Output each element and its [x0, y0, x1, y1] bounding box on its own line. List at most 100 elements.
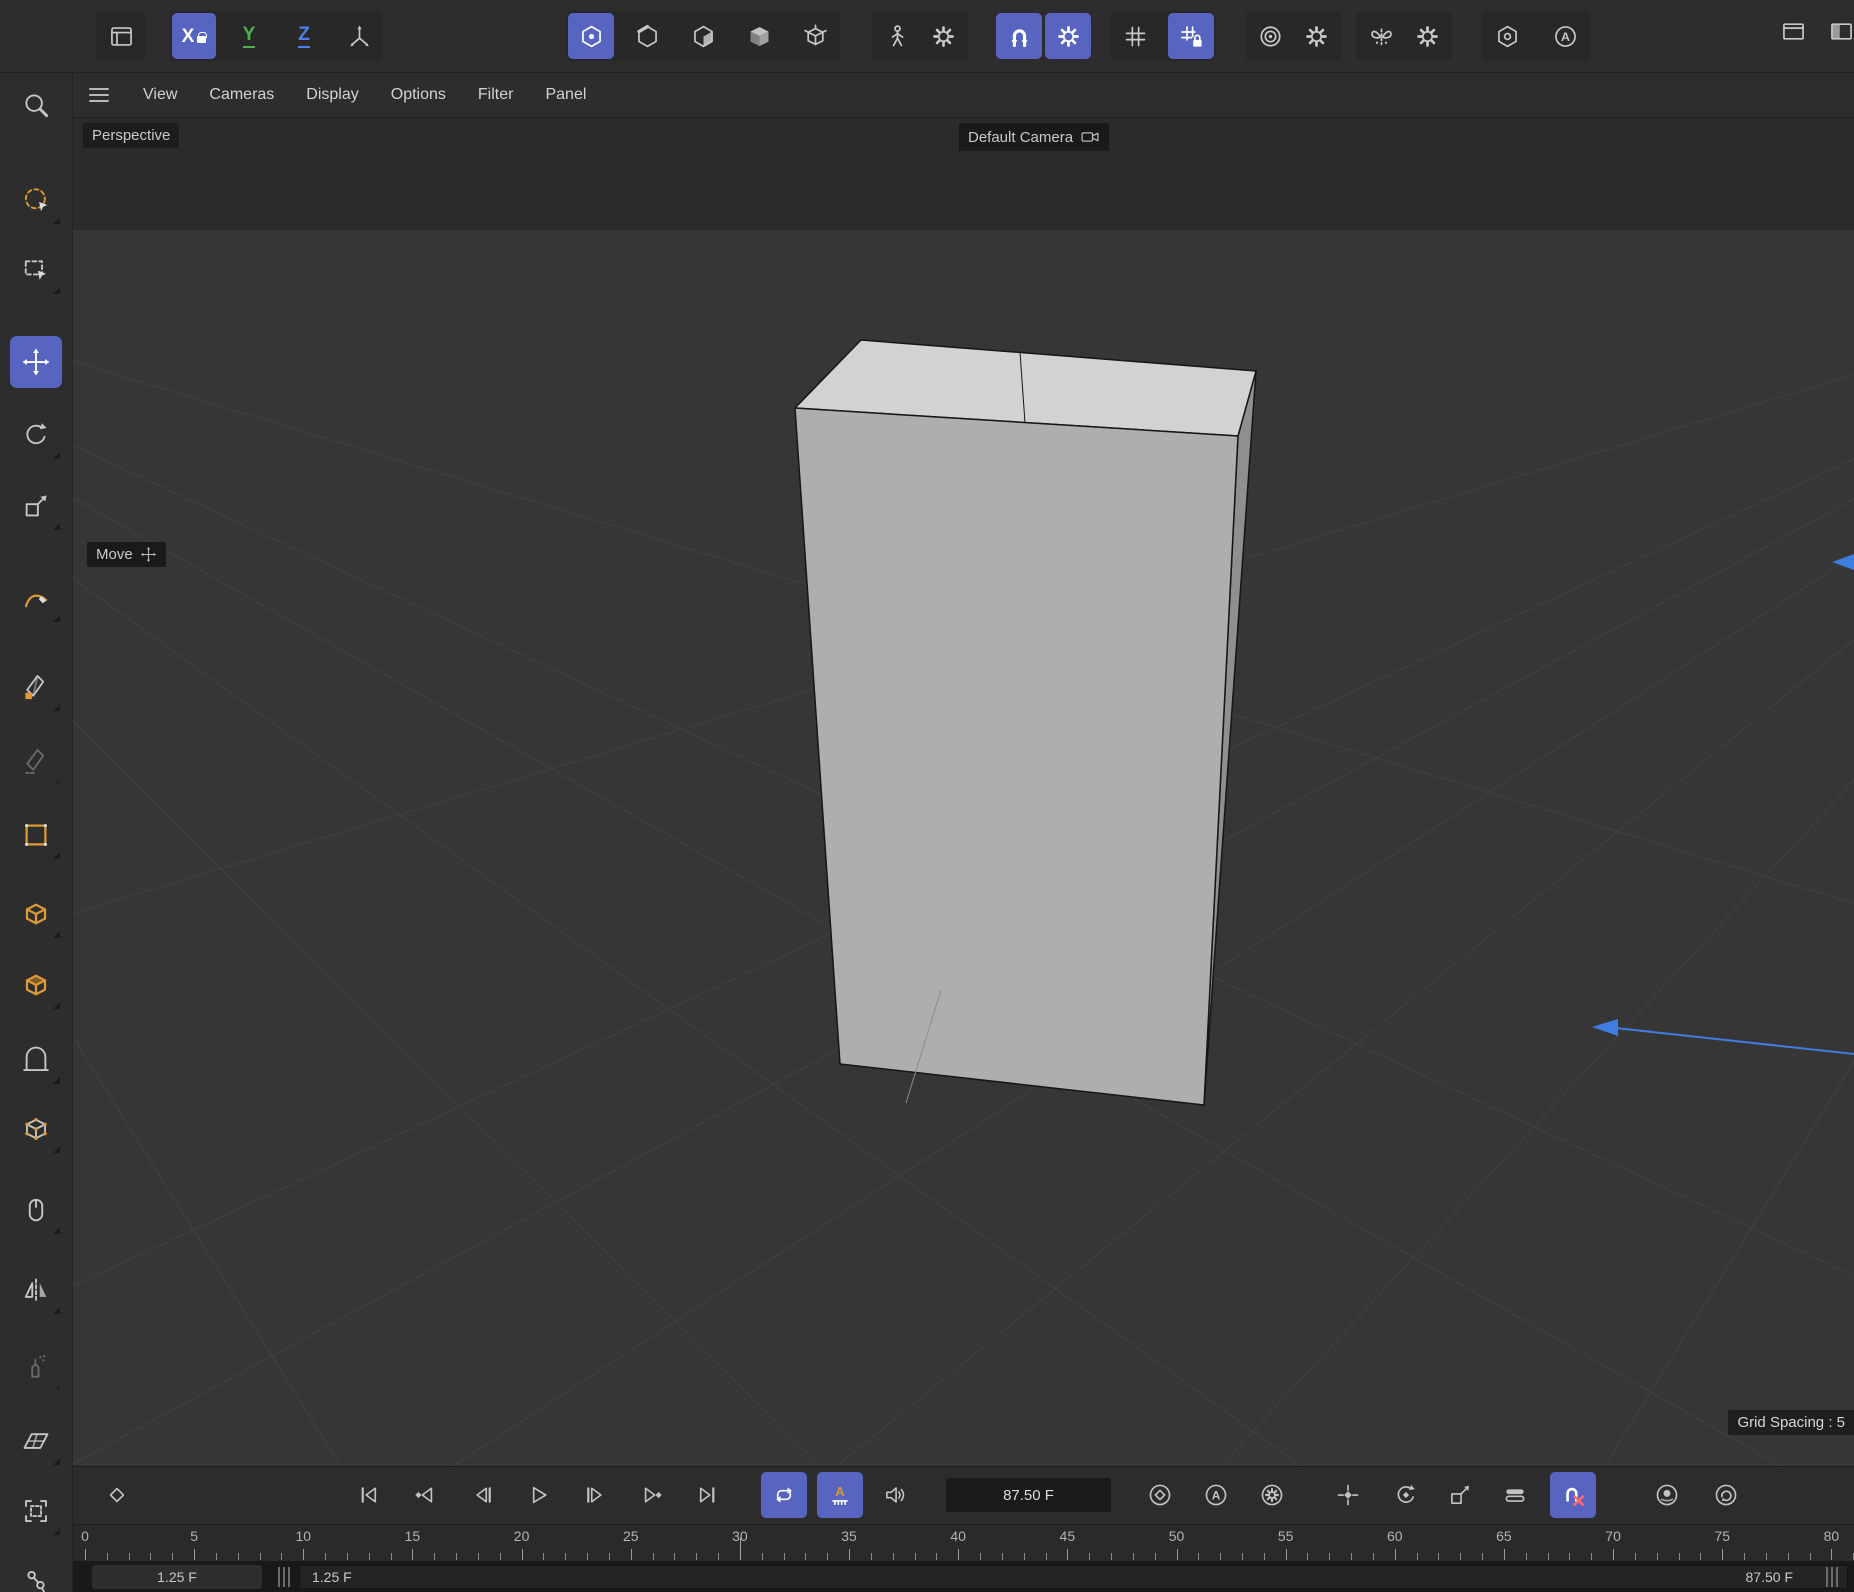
record-keyframe[interactable] — [1137, 1472, 1183, 1518]
pen-tool[interactable] — [10, 661, 62, 713]
ruler-tick — [1046, 1553, 1047, 1560]
model-mode[interactable] — [792, 13, 838, 59]
key-rotation[interactable] — [1383, 1472, 1429, 1518]
window-layout-1[interactable] — [1770, 8, 1816, 54]
menu-view[interactable]: View — [143, 86, 177, 104]
menu-filter[interactable]: Filter — [478, 86, 514, 104]
nav-rotate-view[interactable] — [1703, 1472, 1749, 1518]
symmetry-tool[interactable] — [10, 1264, 62, 1316]
ruler-tick — [194, 1549, 195, 1560]
spline-pen[interactable] — [10, 572, 62, 624]
loop-playback[interactable] — [761, 1472, 807, 1518]
nav-trackball[interactable] — [1644, 1472, 1690, 1518]
key-position[interactable] — [1325, 1472, 1371, 1518]
floor-object[interactable] — [10, 1415, 62, 1467]
move-tool[interactable] — [10, 336, 62, 388]
character-joints[interactable] — [10, 1556, 62, 1592]
isoline-editing[interactable] — [1484, 13, 1530, 59]
go-to-start[interactable] — [346, 1472, 392, 1518]
layout-panel[interactable] — [98, 13, 144, 59]
main-menu-icon[interactable] — [89, 94, 109, 97]
cube-primitive[interactable] — [10, 888, 62, 940]
pen-off-icon — [21, 746, 51, 776]
sound-toggle[interactable] — [872, 1472, 918, 1518]
ruler-tick — [1373, 1553, 1374, 1560]
guide-settings[interactable] — [1293, 13, 1339, 59]
snap-toggle[interactable] — [996, 13, 1042, 59]
quantize-lock[interactable] — [1168, 13, 1214, 59]
viewport-3d[interactable]: Perspective Default Camera Move Grid Spa… — [73, 118, 1854, 1466]
ruler-tick — [1504, 1549, 1505, 1560]
lock-x-axis-label: X — [182, 27, 195, 46]
previous-key[interactable] — [403, 1472, 449, 1518]
ruler-tick — [1526, 1553, 1527, 1560]
coordinate-system[interactable] — [337, 13, 381, 59]
subdivision-surface[interactable] — [10, 1034, 62, 1086]
previous-frame[interactable] — [460, 1472, 506, 1518]
view-label: Perspective — [83, 123, 179, 148]
menu-cameras[interactable]: Cameras — [209, 86, 274, 104]
toolbar-group-panel — [96, 11, 146, 61]
current-frame-field[interactable]: 87.50 F — [946, 1478, 1111, 1512]
frame-ruler[interactable]: 05101520253035404550556065707580 — [73, 1524, 1854, 1561]
ruler-tick — [522, 1549, 523, 1560]
polygon-mode[interactable] — [680, 13, 726, 59]
paint-brush — [10, 1340, 62, 1392]
go-to-end[interactable] — [684, 1472, 730, 1518]
range-grip-left[interactable] — [278, 1567, 291, 1587]
next-key[interactable] — [628, 1472, 674, 1518]
rectangle-spline[interactable] — [10, 809, 62, 861]
points-mode[interactable] — [568, 13, 614, 59]
workplane-mode[interactable] — [874, 13, 920, 59]
ruler-tick — [1700, 1553, 1701, 1560]
auto-switch-mode[interactable]: A — [1542, 13, 1588, 59]
camera-toggle-icon[interactable] — [1080, 127, 1100, 147]
render-region[interactable] — [10, 1485, 62, 1537]
key-parameters[interactable] — [1492, 1472, 1538, 1518]
camera-label-chip[interactable]: Default Camera — [959, 123, 1109, 151]
menu-display[interactable]: Display — [306, 86, 358, 104]
mograph-tool[interactable] — [10, 1184, 62, 1236]
loop-icon — [771, 1482, 797, 1508]
lock-y-axis[interactable]: Y — [227, 13, 271, 59]
guide-rings[interactable] — [1247, 13, 1293, 59]
symmetry-toggle[interactable] — [1358, 13, 1404, 59]
scale-icon — [21, 491, 51, 521]
window-layout-2[interactable] — [1818, 8, 1854, 54]
quantize-toggle[interactable] — [1112, 13, 1158, 59]
lock-x-axis[interactable]: X — [172, 13, 216, 59]
play-button[interactable] — [515, 1472, 561, 1518]
scale-tool[interactable] — [10, 480, 62, 532]
range-grip-right[interactable] — [1826, 1567, 1839, 1587]
win-icon — [1780, 18, 1807, 45]
menu-panel[interactable]: Panel — [545, 86, 586, 104]
array-object[interactable] — [10, 1103, 62, 1155]
next-frame[interactable] — [572, 1472, 618, 1518]
range-start-field[interactable]: 1.25 F — [92, 1565, 262, 1589]
live-selection[interactable] — [10, 174, 62, 226]
gear-circle-icon — [1259, 1482, 1285, 1508]
rotate-tool[interactable] — [10, 409, 62, 461]
volume-cube[interactable] — [10, 959, 62, 1011]
cube-object[interactable] — [795, 340, 1256, 1105]
frame-prev-icon — [470, 1482, 496, 1508]
keying-settings[interactable] — [1249, 1472, 1295, 1518]
ruler-tick — [1220, 1553, 1221, 1560]
autokeying-toggle[interactable]: A — [1193, 1472, 1239, 1518]
object-mode[interactable] — [736, 13, 782, 59]
edge-mode[interactable] — [624, 13, 670, 59]
menu-options[interactable]: Options — [391, 86, 446, 104]
grid-lock-icon — [1178, 23, 1205, 50]
snap-settings[interactable] — [1045, 13, 1091, 59]
key-scale[interactable] — [1437, 1472, 1483, 1518]
ruler-tick — [827, 1553, 828, 1560]
key-pla[interactable] — [1550, 1472, 1596, 1518]
preview-range-track[interactable]: 1.25 F 87.50 F — [299, 1565, 1848, 1589]
search-tool[interactable] — [10, 79, 62, 131]
workplane-settings[interactable] — [920, 13, 966, 59]
lock-z-axis[interactable]: Z — [282, 13, 326, 59]
autokey-display[interactable]: A — [817, 1472, 863, 1518]
symmetry-settings[interactable] — [1404, 13, 1450, 59]
make-keyframe[interactable] — [94, 1472, 140, 1518]
rectangle-selection[interactable] — [10, 244, 62, 296]
